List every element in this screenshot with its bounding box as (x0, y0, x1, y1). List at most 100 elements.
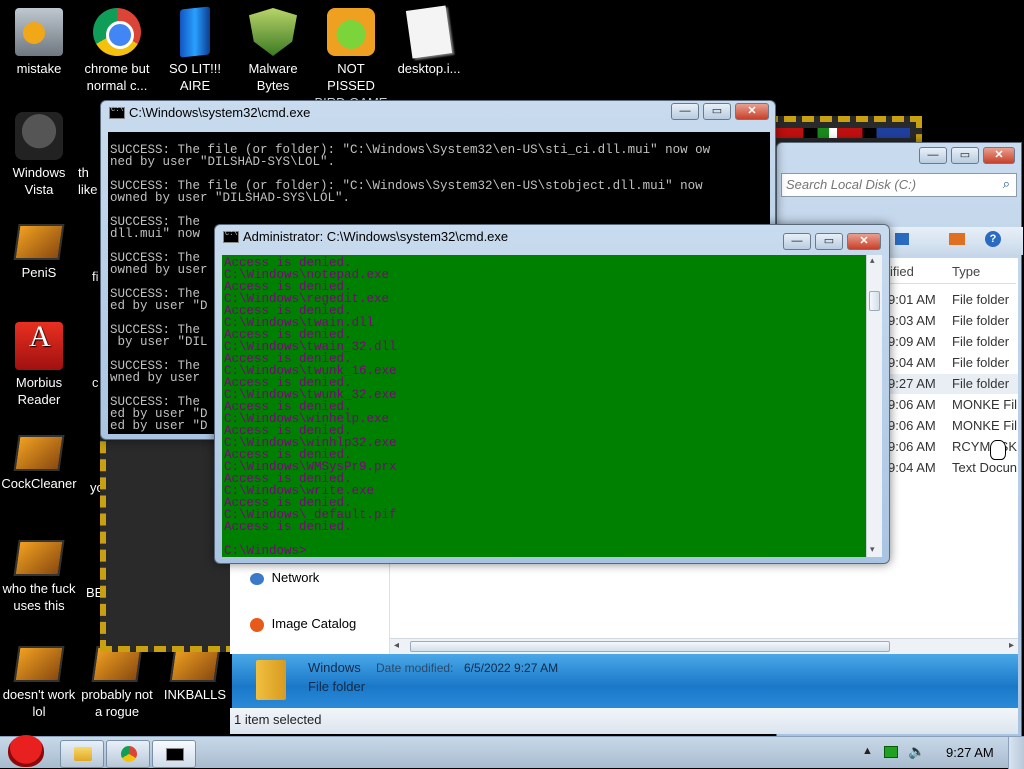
desktop-icon-morbius-reader[interactable]: Morbius Reader (0, 322, 78, 408)
row-type: Text Docun (952, 460, 1018, 475)
scroll-left-arrow[interactable]: ◂ (394, 640, 399, 651)
row-type: RCYMCSK (952, 439, 1018, 454)
navigation-pane: Network Image Catalog (230, 564, 390, 654)
row-date-modified: 9:06 AM (888, 418, 936, 433)
cmd-icon (109, 106, 125, 119)
green-pig-icon (327, 8, 375, 56)
row-date-modified: 9:09 AM (888, 334, 936, 349)
console-line: owned by user "DILSHAD-SYS\LOL". (110, 191, 351, 205)
blue-bar-icon (180, 6, 210, 58)
folder-drive-icon (15, 8, 63, 56)
minimize-button[interactable]: — (783, 233, 811, 250)
clock[interactable]: 9:27 AM (946, 745, 994, 760)
desktop-icon-penis[interactable]: PeniS (0, 216, 78, 281)
preview-pane-icon[interactable] (949, 233, 965, 245)
search-input[interactable] (782, 174, 988, 194)
flag-strip (770, 128, 910, 138)
row-date-modified: 9:06 AM (888, 397, 936, 412)
network-icon (250, 572, 264, 585)
row-type: MONKE Fil (952, 418, 1017, 433)
console-line: ned by user "DILSHAD-SYS\LOL". (110, 155, 336, 169)
folder-icon (256, 660, 286, 700)
cmd-window-admin[interactable]: Administrator: C:\Windows\system32\cmd.e… (214, 224, 890, 564)
row-date-modified: 9:04 AM (888, 355, 936, 370)
row-type: File folder (952, 313, 1010, 328)
desktop-icon-desktop-ini[interactable]: desktop.i... (390, 5, 468, 77)
nav-network[interactable]: Network (250, 570, 319, 585)
minimize-button[interactable]: — (671, 103, 699, 120)
network-status-icon[interactable] (884, 746, 898, 758)
close-button[interactable]: ✕ (847, 233, 881, 250)
column-headers: ified Type (888, 262, 1016, 284)
folder-icon (74, 747, 92, 761)
laptop-icon (13, 224, 65, 260)
explorer-titlebar[interactable]: — ▭ ✕ (777, 143, 1021, 167)
column-header-type[interactable]: Type (952, 264, 980, 279)
scrollbar-thumb[interactable] (869, 291, 880, 311)
row-type: File folder (952, 334, 1010, 349)
cmd-icon (223, 230, 239, 243)
taskbar-explorer-button[interactable] (60, 740, 104, 768)
row-date-modified: 9:27 AM (888, 376, 936, 391)
column-header-date-modified[interactable]: ified (890, 264, 914, 279)
laptop-icon (13, 540, 65, 576)
start-button[interactable] (2, 731, 48, 769)
adobe-reader-icon (15, 322, 63, 370)
search-box[interactable]: ⌕ (781, 173, 1017, 197)
laptop-icon (13, 646, 65, 682)
desktop-icon-malwarebytes[interactable]: Malware Bytes (234, 8, 312, 94)
row-date-modified: 9:06 AM (888, 439, 936, 454)
close-button[interactable]: ✕ (735, 103, 769, 120)
mouse-cursor-icon (990, 440, 1006, 460)
desktop-icon-windows-vista[interactable]: Windows Vista (0, 112, 78, 198)
desktop-icon-bird-game[interactable]: NOT PISSED BIRD GAME (312, 8, 390, 111)
scroll-down-arrow[interactable]: ▾ (870, 544, 875, 555)
close-button[interactable]: ✕ (983, 147, 1015, 164)
scroll-up-arrow[interactable]: ▴ (870, 255, 875, 266)
desktop-icon-mistake[interactable]: mistake (0, 8, 78, 77)
desktop-icon-so-lit[interactable]: SO LIT!!! AIRE (156, 6, 234, 94)
view-options-icon[interactable] (895, 233, 909, 245)
cmd-back-titlebar[interactable]: C:\Windows\system32\cmd.exe — ▭ ✕ (101, 101, 775, 125)
taskbar-chrome-button[interactable] (106, 740, 150, 768)
nav-image-catalog[interactable]: Image Catalog (250, 616, 356, 632)
taskbar: ▲ 🔈 9:27 AM (0, 735, 1024, 769)
row-type: File folder (952, 376, 1010, 391)
show-desktop-button[interactable] (1008, 737, 1024, 769)
desktop-icon-cockcleaner[interactable]: CockCleaner (0, 427, 78, 492)
scrollbar-thumb[interactable] (410, 641, 890, 652)
maximize-button[interactable]: ▭ (815, 233, 843, 250)
paper-icon (405, 5, 453, 59)
minimize-button[interactable]: — (919, 147, 947, 164)
chrome-icon (93, 8, 141, 56)
details-name: Windows (308, 660, 361, 675)
console-line: C:\Windows> (224, 544, 307, 557)
image-catalog-icon (250, 617, 264, 632)
taskbar-cmd-button[interactable] (152, 740, 196, 768)
status-bar: 1 item selected (230, 708, 1018, 734)
cmd-admin-titlebar[interactable]: Administrator: C:\Windows\system32\cmd.e… (215, 225, 889, 250)
desktop-icon-who-uses-this[interactable]: who the fuck uses this (0, 532, 78, 614)
volume-icon[interactable]: 🔈 (908, 743, 925, 760)
maximize-button[interactable]: ▭ (951, 147, 979, 164)
row-date-modified: 9:01 AM (888, 292, 936, 307)
row-type: MONKE Fil (952, 397, 1017, 412)
row-date-modified: 9:03 AM (888, 313, 936, 328)
cmd-admin-console[interactable]: Access is denied. C:\Windows\notepad.exe A… (222, 255, 866, 557)
search-icon[interactable]: ⌕ (1003, 176, 1010, 192)
help-icon[interactable]: ? (985, 231, 1001, 247)
row-type: File folder (952, 292, 1010, 307)
console-line: Access is denied. (224, 520, 352, 534)
row-date-modified: 9:04 AM (888, 460, 936, 475)
scroll-right-arrow[interactable]: ▸ (1009, 640, 1014, 651)
show-hidden-icons-icon[interactable]: ▲ (862, 745, 873, 757)
desktop-icon-chrome[interactable]: chrome but normal c... (78, 8, 156, 94)
maximize-button[interactable]: ▭ (703, 103, 731, 120)
horizontal-scrollbar[interactable]: ◂ ▸ (390, 638, 1018, 654)
cmd-vertical-scrollbar[interactable]: ▴ ▾ (866, 255, 882, 557)
row-type: File folder (952, 355, 1010, 370)
desktop-icon-doesnt-work[interactable]: doesn't work lol (0, 638, 78, 720)
details-date-label: Date modified: (376, 661, 454, 675)
